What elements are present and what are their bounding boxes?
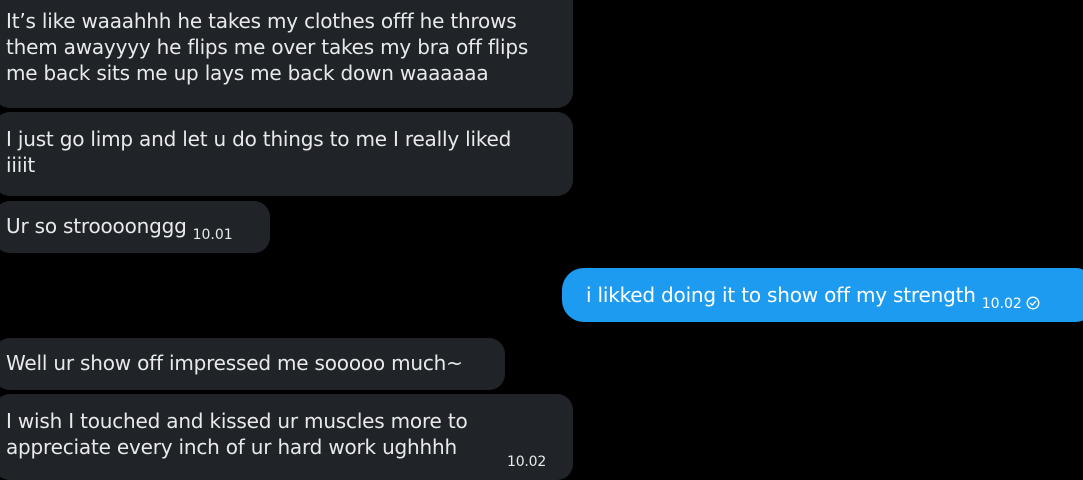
message-timestamp: 10.02 (981, 296, 1022, 312)
message-text-line: them awayyyy he flips me over takes my b… (6, 35, 529, 59)
message-text-line: me back sits me up lays me back down waa… (6, 61, 489, 85)
incoming-message[interactable]: Well ur show off impressed me sooooo muc… (0, 338, 505, 390)
message-text-line: I wish I touched and kissed ur muscles m… (6, 409, 468, 433)
incoming-message[interactable]: Ur so stroooonggg 10.01 (0, 201, 270, 253)
sent-check-icon (1026, 296, 1040, 310)
message-timestamp: 10.01 (192, 227, 233, 243)
incoming-message[interactable]: It’s like waaahhh he takes my clothes of… (0, 0, 573, 108)
incoming-message[interactable]: I wish I touched and kissed ur muscles m… (0, 394, 573, 480)
message-text: Well ur show off impressed me sooooo muc… (6, 351, 463, 375)
message-timestamp: 10.02 (507, 454, 547, 470)
message-text-line: appreciate every inch of ur hard work ug… (6, 435, 457, 459)
message-text-line: iiiit (6, 153, 36, 177)
outgoing-message[interactable]: i likked doing it to show off my strengt… (562, 268, 1083, 322)
message-text: i likked doing it to show off my strengt… (586, 283, 976, 307)
message-text-line: It’s like waaahhh he takes my clothes of… (6, 9, 517, 33)
message-text-line: I just go limp and let u do things to me… (6, 127, 512, 151)
incoming-message[interactable]: I just go limp and let u do things to me… (0, 112, 573, 196)
message-text: Ur so stroooonggg (6, 214, 187, 238)
